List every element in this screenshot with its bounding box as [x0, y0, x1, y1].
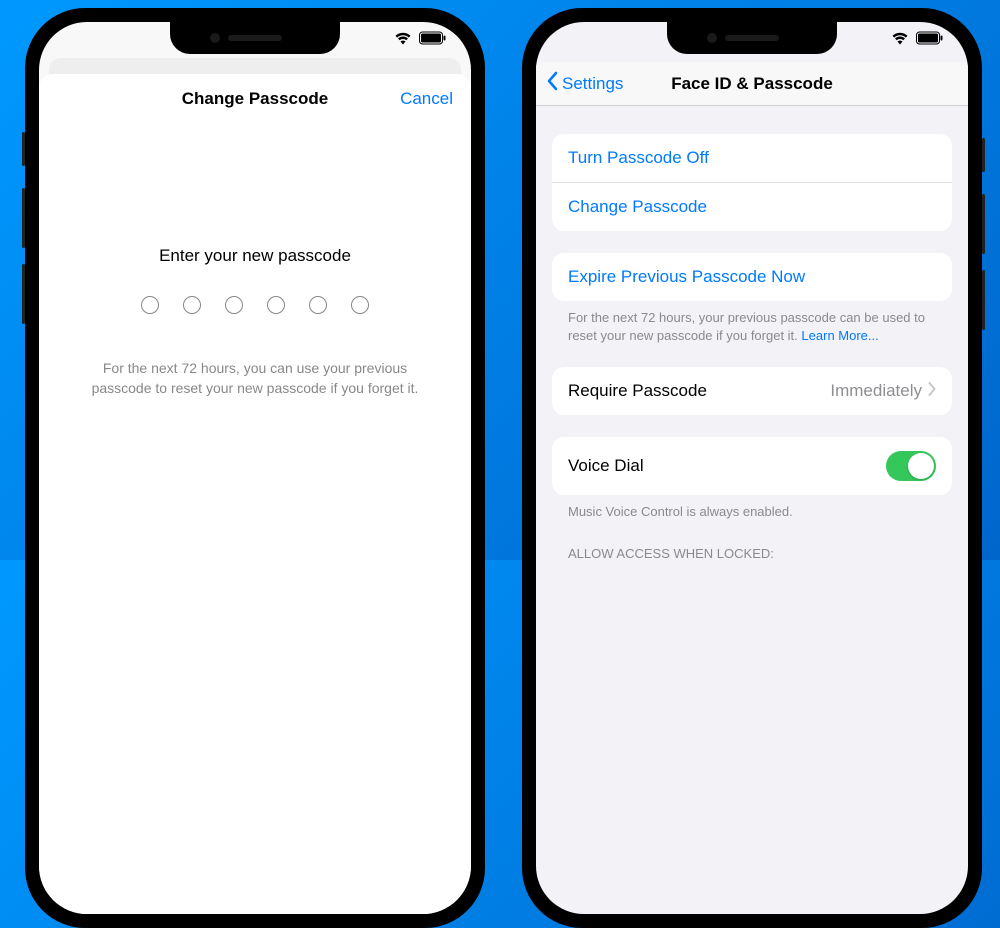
phone-mockup-right: Settings Face ID & Passcode Turn Passcod… [522, 8, 982, 928]
passcode-dot [183, 296, 201, 314]
cell-label: Turn Passcode Off [568, 148, 709, 168]
cell-label: Expire Previous Passcode Now [568, 267, 805, 287]
value-text: Immediately [830, 381, 922, 401]
cancel-button[interactable]: Cancel [400, 89, 453, 109]
passcode-dot [309, 296, 327, 314]
battery-icon [916, 31, 944, 50]
side-button [22, 264, 25, 324]
require-passcode-cell[interactable]: Require Passcode Immediately [552, 367, 952, 415]
learn-more-link[interactable]: Learn More... [801, 328, 878, 343]
passcode-dots[interactable] [39, 296, 471, 314]
phone-mockup-left: Change Passcode Cancel Enter your new pa… [25, 8, 485, 928]
chevron-right-icon [928, 381, 936, 401]
wifi-icon [393, 30, 413, 51]
back-label: Settings [562, 74, 623, 94]
notch [170, 22, 340, 54]
settings-group-expire: Expire Previous Passcode Now [552, 253, 952, 301]
turn-passcode-off-cell[interactable]: Turn Passcode Off [552, 134, 952, 182]
sheet-header: Change Passcode Cancel [39, 74, 471, 124]
group-footer: Music Voice Control is always enabled. [552, 495, 952, 521]
group-footer: For the next 72 hours, your previous pas… [552, 301, 952, 345]
sheet-title: Change Passcode [182, 89, 328, 109]
settings-group-voice-dial: Voice Dial [552, 437, 952, 495]
voice-dial-cell: Voice Dial [552, 437, 952, 495]
passcode-dot [141, 296, 159, 314]
side-button [22, 132, 25, 166]
settings-group-passcode: Turn Passcode Off Change Passcode [552, 134, 952, 231]
cell-value: Immediately [830, 381, 936, 401]
cell-label: Change Passcode [568, 197, 707, 217]
passcode-dot [351, 296, 369, 314]
footer-text: Music Voice Control is always enabled. [568, 504, 793, 519]
settings-group-require: Require Passcode Immediately [552, 367, 952, 415]
chevron-left-icon [546, 71, 558, 96]
back-button[interactable]: Settings [536, 71, 623, 96]
side-button [982, 194, 985, 254]
change-passcode-cell[interactable]: Change Passcode [552, 182, 952, 231]
help-text: For the next 72 hours, you can use your … [39, 358, 471, 399]
wifi-icon [890, 30, 910, 51]
side-button [22, 188, 25, 248]
passcode-prompt: Enter your new passcode [39, 246, 471, 266]
change-passcode-sheet: Change Passcode Cancel Enter your new pa… [39, 74, 471, 914]
battery-icon [419, 31, 447, 50]
cell-label: Require Passcode [568, 381, 707, 401]
screen: Change Passcode Cancel Enter your new pa… [39, 22, 471, 914]
section-header-allow-access: ALLOW ACCESS WHEN LOCKED: [552, 522, 952, 561]
screen: Settings Face ID & Passcode Turn Passcod… [536, 22, 968, 914]
side-button [982, 270, 985, 330]
passcode-dot [225, 296, 243, 314]
cell-label: Voice Dial [568, 456, 644, 476]
side-button [982, 138, 985, 172]
expire-passcode-cell[interactable]: Expire Previous Passcode Now [552, 253, 952, 301]
notch [667, 22, 837, 54]
status-bar [890, 30, 944, 51]
voice-dial-toggle[interactable] [886, 451, 936, 481]
settings-body[interactable]: Turn Passcode Off Change Passcode Expire… [536, 106, 968, 914]
status-bar [393, 30, 447, 51]
nav-bar: Settings Face ID & Passcode [536, 62, 968, 106]
passcode-dot [267, 296, 285, 314]
